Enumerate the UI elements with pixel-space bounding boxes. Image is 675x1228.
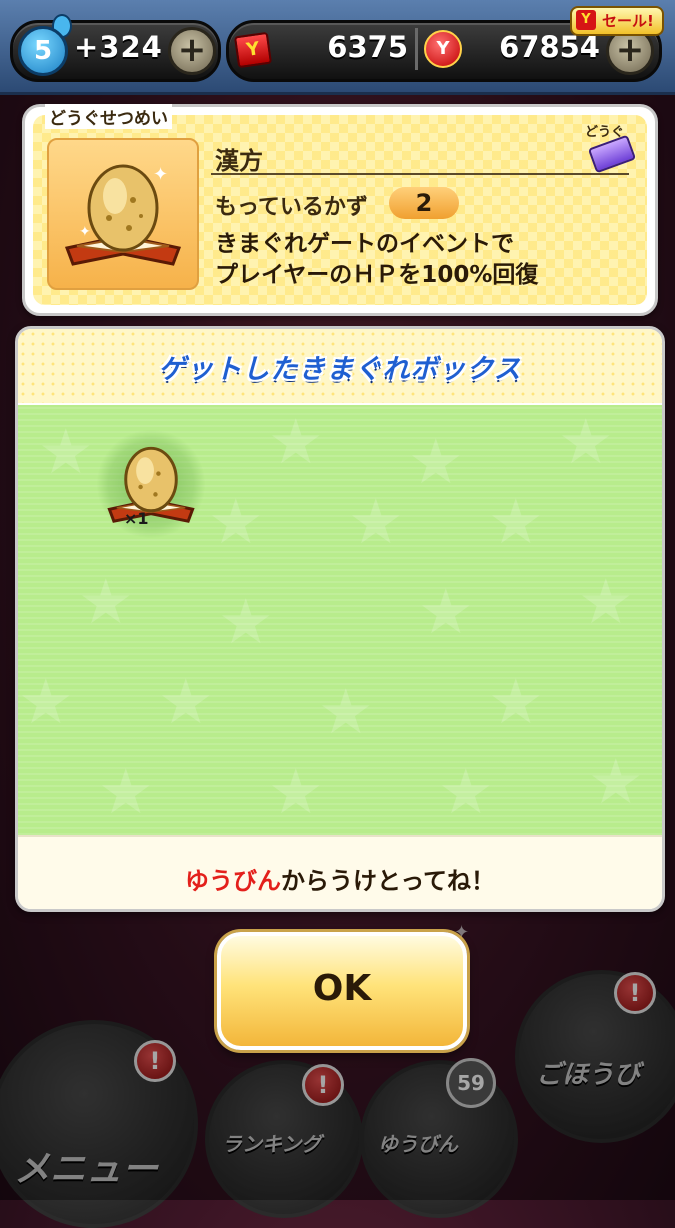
coin-icon: Y <box>424 30 462 68</box>
kanpou-egg-icon <box>107 446 195 523</box>
star-pattern-icon: ★ <box>158 665 214 738</box>
star-pattern-icon: ★ <box>488 485 544 558</box>
obtained-item-quantity: ×1 <box>124 509 149 528</box>
star-pattern-icon: ★ <box>408 425 464 498</box>
svg-text:✦: ✦ <box>79 224 91 240</box>
star-pattern-icon: ★ <box>18 665 74 738</box>
star-pattern-icon: ★ <box>348 485 404 558</box>
star-pattern-icon: ★ <box>78 565 134 638</box>
star-pattern-icon: ★ <box>418 575 474 648</box>
box-content-area: ★ ★ ★ ★ ★ ★ ★ ★ ★ ★ ★ ★ ★ ★ ★ ★ ★ ★ ★ ×1 <box>18 405 662 835</box>
sale-label: セール! <box>602 12 654 30</box>
ok-button-label: OK <box>312 968 372 1009</box>
footer-message-rest: からうけとってね！ <box>280 867 496 895</box>
footer-message: ゆうびんからうけとってね！ <box>18 861 662 896</box>
have-count-label: もっているかず <box>215 195 368 220</box>
name-underline <box>211 173 629 175</box>
star-pattern-icon: ★ <box>488 665 544 738</box>
item-description-text: きまぐれゲートのイベントで プレイヤーのＨＰを100%回復 <box>215 229 538 291</box>
star-pattern-icon: ★ <box>438 755 494 828</box>
star-pattern-icon: ★ <box>578 565 634 638</box>
status-bar: 5 +324 + Y 6375 Y 67854 + Y セール! <box>0 0 675 95</box>
footer-mail-highlight: ゆうびん <box>184 867 281 895</box>
star-pattern-icon: ★ <box>218 585 274 658</box>
obtained-box-panel: ゲットしたきまぐれボックス ★ ★ ★ ★ ★ ★ ★ ★ ★ ★ ★ ★ ★ … <box>15 326 665 912</box>
sale-badge[interactable]: Y セール! <box>570 6 664 36</box>
star-pattern-icon: ★ <box>558 405 614 478</box>
sale-y-icon: Y <box>576 10 596 30</box>
item-description-card: どうぐせつめい ✦ ✦ 漢方 どうぐ もっているかず 2 きまぐれゲートのイベン… <box>22 104 658 316</box>
star-pattern-icon: ★ <box>98 755 154 828</box>
box-footer: ゆうびんからうけとってね！ <box>18 835 662 909</box>
have-count-value: 2 <box>415 189 433 217</box>
kanpou-egg-icon: ✦ ✦ <box>64 164 182 266</box>
box-title: ゲットしたきまぐれボックス <box>158 354 522 385</box>
obtained-item[interactable] <box>96 429 206 539</box>
level-badge: 5 <box>18 26 68 76</box>
star-pattern-icon: ★ <box>268 405 324 478</box>
money-icon: Y <box>233 31 273 69</box>
star-pattern-icon: ★ <box>208 485 264 558</box>
svg-text:✦: ✦ <box>153 164 168 185</box>
star-pattern-icon: ★ <box>38 415 94 488</box>
currency-divider <box>415 28 418 70</box>
stamina-value: +324 <box>74 30 163 64</box>
have-count-pill: 2 <box>389 187 459 219</box>
description-line-2: プレイヤーのＨＰを100%回復 <box>215 262 539 288</box>
box-title-bar: ゲットしたきまぐれボックス <box>18 329 662 403</box>
description-line-1: きまぐれゲートのイベントで <box>215 231 514 257</box>
star-pattern-icon: ★ <box>588 745 644 818</box>
money-value: 6375 <box>327 30 408 64</box>
add-stamina-button[interactable]: + <box>168 27 216 75</box>
item-image-frame: ✦ ✦ <box>47 138 199 290</box>
star-pattern-icon: ★ <box>268 755 324 828</box>
ok-button[interactable]: OK <box>217 932 467 1050</box>
star-pattern-icon: ★ <box>318 675 374 748</box>
item-description-label: どうぐせつめい <box>45 104 172 129</box>
item-name: 漢方 <box>215 147 263 175</box>
